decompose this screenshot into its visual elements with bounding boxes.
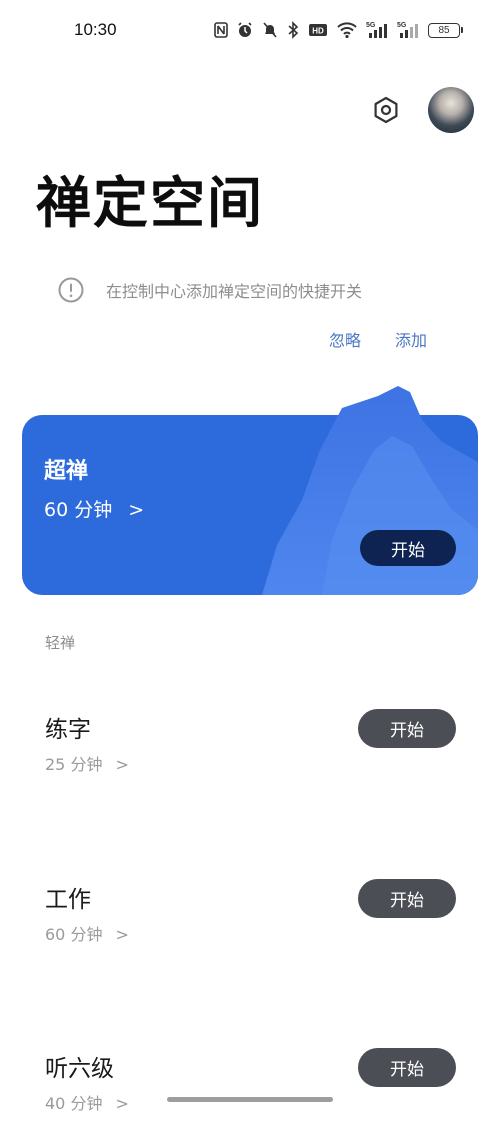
hero-card[interactable]: 超禅 60 分钟 > 开始	[22, 386, 478, 595]
ignore-link[interactable]: 忽略	[329, 327, 361, 351]
avatar[interactable]	[428, 87, 474, 133]
signal-icon-1: 5G	[366, 22, 387, 38]
item-start-button[interactable]: 开始	[358, 709, 456, 748]
svg-text:5G: 5G	[366, 22, 376, 29]
section-label: 轻禅	[45, 634, 76, 652]
hero-duration: 60 分钟	[44, 499, 113, 521]
wifi-icon	[337, 22, 357, 39]
item-start-button[interactable]: 开始	[358, 879, 456, 918]
item-duration: 60 分钟	[45, 925, 103, 944]
item-duration: 25 分钟	[45, 755, 103, 774]
list-item[interactable]: 听六级 40 分钟 > 开始	[0, 1048, 500, 1129]
list-item[interactable]: 工作 60 分钟 > 开始	[0, 879, 500, 960]
item-duration-link[interactable]: 40 分钟 >	[45, 1090, 129, 1114]
hero-start-button[interactable]: 开始	[360, 530, 456, 566]
hero-title: 超禅	[44, 459, 89, 484]
svg-text:HD: HD	[312, 27, 324, 36]
page-title: 禅定空间	[36, 171, 265, 235]
chevron-right-icon: >	[115, 925, 129, 944]
item-duration-link[interactable]: 25 分钟 >	[45, 751, 129, 775]
chevron-right-icon: >	[115, 755, 129, 774]
battery-icon: 85	[428, 22, 463, 38]
status-icons: HD 5G 5G 85	[214, 21, 463, 39]
chevron-right-icon: >	[128, 499, 145, 521]
item-title: 听六级	[45, 1056, 114, 1082]
chevron-right-icon: >	[115, 1094, 129, 1113]
item-title: 工作	[45, 887, 91, 913]
nfc-icon	[214, 22, 228, 38]
list-item[interactable]: 练字 25 分钟 > 开始	[0, 709, 500, 790]
item-start-button[interactable]: 开始	[358, 1048, 456, 1087]
settings-button[interactable]	[370, 94, 402, 126]
hd-icon: HD	[309, 24, 327, 36]
bluetooth-icon	[288, 21, 299, 39]
item-duration: 40 分钟	[45, 1094, 103, 1113]
status-bar: 10:30 HD 5G 5G 85	[0, 0, 500, 62]
status-time: 10:30	[74, 20, 117, 39]
signal-icon-2: 5G	[397, 22, 418, 38]
hero-duration-link[interactable]: 60 分钟 >	[44, 495, 144, 522]
add-link[interactable]: 添加	[395, 327, 427, 351]
home-indicator[interactable]	[167, 1097, 333, 1102]
mute-icon	[263, 22, 277, 38]
hint-text: 在控制中心添加禅定空间的快捷开关	[106, 282, 363, 301]
settings-icon	[374, 96, 398, 124]
shortcut-hint: 在控制中心添加禅定空间的快捷开关	[58, 277, 362, 303]
item-duration-link[interactable]: 60 分钟 >	[45, 921, 129, 945]
info-icon	[58, 277, 84, 303]
item-title: 练字	[45, 717, 91, 743]
alarm-icon	[238, 22, 252, 37]
svg-text:5G: 5G	[397, 22, 407, 29]
